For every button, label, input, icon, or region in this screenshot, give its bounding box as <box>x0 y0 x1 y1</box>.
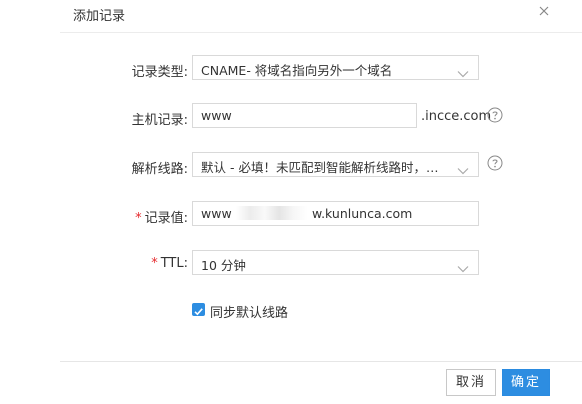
host-record-label: 主机记录: <box>131 113 188 128</box>
host-record-field[interactable] <box>192 103 417 128</box>
domain-suffix: .incce.com <box>421 109 492 124</box>
confirm-button[interactable]: 确定 <box>502 369 550 396</box>
ttl-value: 10 分钟 <box>201 258 246 273</box>
check-icon <box>194 308 203 316</box>
record-type-label: 记录类型: <box>131 65 188 80</box>
chevron-down-icon <box>457 258 469 273</box>
ttl-label: * TTL: <box>151 256 188 271</box>
ttl-label-text: TTL: <box>160 256 188 271</box>
record-value-text: www <box>201 206 232 221</box>
chevron-down-icon <box>457 63 469 78</box>
header-divider <box>60 32 582 33</box>
required-mark: * <box>135 211 142 226</box>
sync-default-checkbox[interactable] <box>192 303 205 316</box>
close-icon[interactable] <box>536 3 552 19</box>
question-circle-icon[interactable] <box>487 155 503 171</box>
record-value-label: * 记录值: <box>135 207 188 226</box>
record-value-tail: w.kunlunca.com <box>312 206 413 221</box>
sync-default-label: 同步默认线路 <box>210 306 289 321</box>
footer-divider <box>60 361 582 362</box>
add-record-dialog: 添加记录 记录类型: CNAME- 将域名指向另外一个域名 主机记录: .inc… <box>0 0 582 404</box>
resolve-line-value: 默认 - 必填！未匹配到智能解析线路时，返回... <box>201 160 450 175</box>
ttl-select[interactable]: 10 分钟 <box>192 250 479 275</box>
dialog-header: 添加记录 <box>0 0 582 32</box>
host-record-input[interactable] <box>193 104 416 127</box>
cancel-button[interactable]: 取消 <box>446 369 496 396</box>
redacted-region <box>236 206 308 220</box>
resolve-line-select[interactable]: 默认 - 必填！未匹配到智能解析线路时，返回... <box>192 152 479 177</box>
record-type-select[interactable]: CNAME- 将域名指向另外一个域名 <box>192 55 479 80</box>
dialog-title: 添加记录 <box>73 9 126 24</box>
record-value-label-text: 记录值: <box>144 211 188 226</box>
required-mark: * <box>151 256 158 271</box>
chevron-down-icon <box>457 160 469 175</box>
record-type-value: CNAME- 将域名指向另外一个域名 <box>201 63 393 78</box>
resolve-line-label: 解析线路: <box>131 162 188 177</box>
question-circle-icon[interactable] <box>487 107 503 123</box>
